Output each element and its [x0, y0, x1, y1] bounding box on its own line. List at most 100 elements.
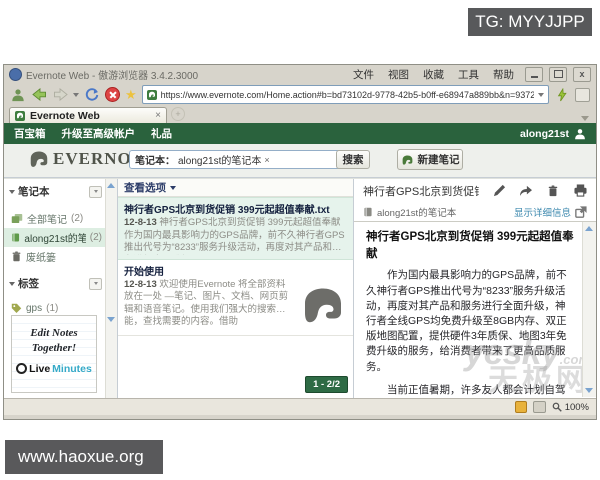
note-snippet: 12-8-13 欢迎使用Evernote 将全部资料放在一处 —笔记、图片、文档…: [124, 279, 295, 331]
menu-favorites[interactable]: 收藏: [423, 67, 444, 82]
username-label[interactable]: along21st: [520, 128, 569, 140]
user-icon[interactable]: [574, 128, 586, 140]
liveminutes-promo-ad[interactable]: Edit Notes Together! Live Minutes: [11, 315, 97, 393]
status-page-icon[interactable]: [532, 401, 546, 413]
forward-button[interactable]: [52, 87, 68, 103]
nav-upgrade-premium[interactable]: 升级至高级帐户: [54, 126, 144, 141]
nav-gifts[interactable]: 礼品: [143, 126, 180, 141]
tags-section-header[interactable]: 标签: [4, 274, 105, 293]
new-note-button[interactable]: 新建笔记: [397, 149, 463, 170]
delete-note-button[interactable]: [546, 184, 560, 198]
sidebar-item-all-notes[interactable]: 全部笔记 (2): [4, 209, 105, 228]
edit-note-button[interactable]: [492, 184, 506, 198]
maximize-button[interactable]: [549, 66, 567, 82]
scroll-up-icon[interactable]: [107, 183, 115, 188]
new-note-label: 新建笔记: [417, 154, 460, 166]
tag-gps-label: gps: [26, 303, 43, 314]
nav-treasure-box[interactable]: 百宝箱: [14, 126, 54, 141]
snapshot-button[interactable]: [575, 87, 590, 102]
favorites-star-icon[interactable]: ★: [125, 88, 137, 101]
minimize-icon: [530, 76, 538, 78]
chevron-down-icon: [93, 282, 98, 285]
tab-favicon: [15, 110, 25, 121]
zoom-level: 100%: [564, 401, 589, 413]
sidebar-item-trash[interactable]: 废纸篓: [4, 247, 105, 266]
scroll-down-icon[interactable]: [585, 388, 593, 393]
notebooks-header-label: 笔记本: [18, 186, 50, 198]
print-note-button[interactable]: [573, 184, 587, 198]
tg-overlay-badge: TG: MYYJJPP: [468, 8, 592, 36]
notebooks-section-header[interactable]: 笔记本: [4, 182, 105, 201]
note-panel-scrollbar[interactable]: [582, 222, 596, 397]
elephant-icon: [401, 154, 414, 166]
chevron-down-icon: [170, 185, 176, 190]
promo-text-line2: Together!: [31, 341, 77, 354]
tab-overflow-icon[interactable]: [581, 116, 589, 121]
note-meta-row: along21st的笔记本 显示详细信息: [354, 202, 596, 222]
view-options-button[interactable]: 查看选项: [118, 179, 353, 197]
search-button[interactable]: 搜索: [336, 150, 370, 169]
pencil-icon: [493, 184, 506, 197]
address-bar[interactable]: https://www.evernote.com/Home.action#b=b…: [141, 85, 549, 104]
scroll-down-icon[interactable]: [107, 317, 115, 322]
note-panel-header: 神行者GPS北京到货促销 399...: [354, 179, 596, 202]
scroll-up-icon[interactable]: [585, 226, 593, 231]
user-profile-button[interactable]: [10, 87, 26, 103]
note-list-item-selected[interactable]: 神行者GPS北京到货促销 399元起超值奉献.txt 12-8-13 神行者GP…: [118, 197, 353, 260]
title-bar: Evernote Web - 傲游浏览器 3.4.2.3000 文件 视图 收藏…: [4, 65, 596, 83]
share-icon: [519, 185, 533, 197]
browser-app-icon: [9, 67, 22, 81]
evernote-nav-bar: 百宝箱 升级至高级帐户 礼品 along21st: [4, 123, 596, 144]
liveminutes-logo: Live Minutes: [12, 363, 96, 375]
note-snippet: 12-8-13 神行者GPS北京到货促销 399元起超值奉献 作为国内最具影响力…: [124, 217, 347, 255]
window-frame-bottom: [4, 415, 596, 419]
stop-button[interactable]: [105, 87, 120, 102]
status-bar: 100%: [4, 398, 596, 415]
refresh-icon: [85, 88, 99, 102]
menu-help[interactable]: 帮助: [493, 67, 514, 82]
clock-icon: [16, 363, 28, 375]
tab-evernote-web[interactable]: Evernote Web ×: [9, 107, 167, 123]
search-input[interactable]: 笔记本： along21st的笔记本 × ×: [129, 150, 359, 169]
menu-tools[interactable]: 工具: [458, 67, 479, 82]
tags-options-button[interactable]: [89, 277, 102, 290]
sidebar-item-tag-gps[interactable]: gps (1): [4, 301, 105, 316]
sidebar-scrollbar[interactable]: [105, 179, 118, 398]
notebooks-options-button[interactable]: [89, 185, 102, 198]
window-title: Evernote Web - 傲游浏览器 3.4.2.3000: [26, 70, 199, 82]
refresh-button[interactable]: [84, 87, 100, 103]
menu-file[interactable]: 文件: [353, 67, 374, 82]
status-plugin-icon[interactable]: [514, 401, 527, 413]
maximize-icon: [553, 70, 563, 78]
note-panel-title: 神行者GPS北京到货促销 399...: [363, 185, 479, 198]
url-dropdown-icon[interactable]: [538, 92, 544, 97]
note-snippet-text: 神行者GPS北京到货促销 399元起超值奉献 作为国内最具影响力的GPS品牌，前…: [124, 217, 345, 254]
tab-label: Evernote Web: [30, 109, 100, 122]
lightning-icon: [556, 88, 568, 102]
url-text[interactable]: https://www.evernote.com/Home.action#b=b…: [161, 90, 534, 100]
sidebar-item-notebook[interactable]: along21st的笔... (2): [4, 228, 105, 247]
share-note-button[interactable]: [519, 184, 533, 198]
elephant-logo-icon: [28, 149, 50, 169]
minimize-button[interactable]: [525, 66, 543, 82]
search-tag-remove-icon[interactable]: ×: [264, 155, 269, 165]
tab-close-icon[interactable]: ×: [155, 110, 161, 121]
pager-badge: 1 - 2/2: [305, 376, 348, 393]
menu-view[interactable]: 视图: [388, 67, 409, 82]
show-details-link[interactable]: 显示详细信息: [514, 205, 571, 219]
go-button[interactable]: [554, 87, 570, 103]
close-button[interactable]: x: [573, 66, 591, 82]
back-button[interactable]: [31, 87, 47, 103]
brand-live: Live: [29, 362, 51, 375]
view-options-label: 查看选项: [124, 182, 166, 194]
history-dropdown-icon[interactable]: [73, 92, 79, 97]
popout-icon[interactable]: [575, 206, 587, 218]
note-content[interactable]: 神行者GPS北京到货促销 399元起超值奉献 作为国内最具影响力的GPS品牌，前…: [354, 222, 596, 398]
note-list-item[interactable]: 开始使用 12-8-13 欢迎使用Evernote 将全部资料放在一处 —笔记、…: [118, 260, 353, 336]
zoom-control[interactable]: 100%: [552, 402, 589, 413]
new-tab-button[interactable]: +: [171, 107, 185, 121]
note-notebook-name[interactable]: along21st的笔记本: [377, 205, 510, 219]
all-notes-count: (2): [71, 213, 84, 224]
person-icon: [11, 88, 25, 102]
all-notes-icon: [11, 213, 23, 224]
